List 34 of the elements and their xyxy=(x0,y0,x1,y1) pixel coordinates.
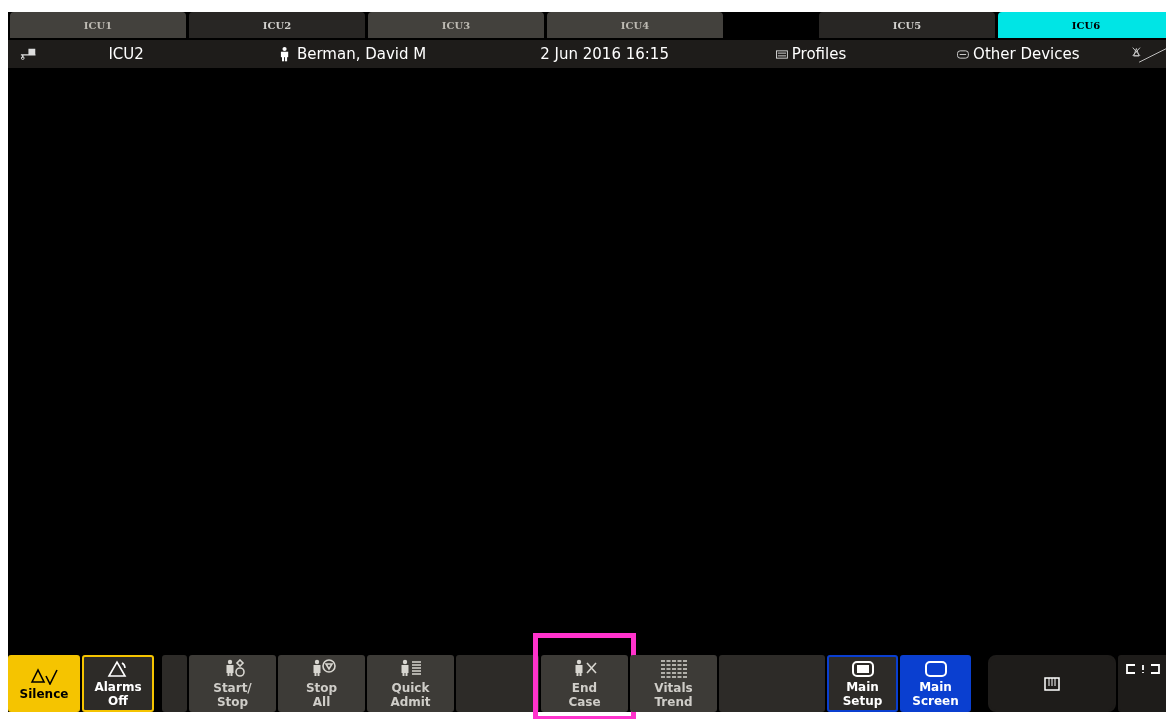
monitor-icon xyxy=(922,659,949,678)
person-icon xyxy=(279,46,289,62)
bed-tab[interactable]: ICU1 xyxy=(10,12,186,38)
connector-icon xyxy=(1123,663,1163,675)
keyboard-icon xyxy=(1044,676,1060,691)
action-key[interactable]: End Case xyxy=(541,655,628,712)
monitor-icon xyxy=(849,659,876,678)
bed-tab[interactable]: ICU6 xyxy=(998,12,1166,38)
bed-label: ICU2 xyxy=(108,45,144,63)
device-icon xyxy=(957,49,970,59)
bed-tab[interactable]: ICU3 xyxy=(368,12,544,38)
patient-name[interactable]: Berman, David M xyxy=(296,45,427,63)
bell-check-icon xyxy=(29,666,59,685)
bed-tab[interactable]: ICU4 xyxy=(547,12,723,38)
network-icon xyxy=(20,48,37,60)
action-key[interactable]: Quick Admit xyxy=(367,655,454,712)
screen-key[interactable]: Main Setup xyxy=(827,655,898,712)
action-key[interactable]: Start/ Stop xyxy=(189,655,276,712)
alarms-off-key[interactable]: Alarms Off xyxy=(82,655,154,712)
bed-tab[interactable]: ICU2 xyxy=(189,12,365,38)
profiles-button[interactable]: Profiles xyxy=(791,45,847,63)
connector-key[interactable] xyxy=(1118,655,1166,712)
screen-key[interactable]: Main Screen xyxy=(900,655,971,712)
alarm-triangle-icon xyxy=(107,659,129,678)
action-key[interactable]: Stop All xyxy=(278,655,365,712)
card-icon xyxy=(775,49,788,59)
date-time: 2 Jun 2016 16:15 xyxy=(540,45,669,63)
bed-tab[interactable]: ICU5 xyxy=(819,12,995,38)
silence-key[interactable]: Silence xyxy=(8,655,80,712)
other-devices-button[interactable]: Other Devices xyxy=(973,45,1080,63)
muted-bell-icon xyxy=(1129,44,1166,64)
blank-key xyxy=(162,655,187,712)
action-key[interactable]: Vitals Trend xyxy=(630,655,717,712)
grid-icon xyxy=(658,658,689,679)
